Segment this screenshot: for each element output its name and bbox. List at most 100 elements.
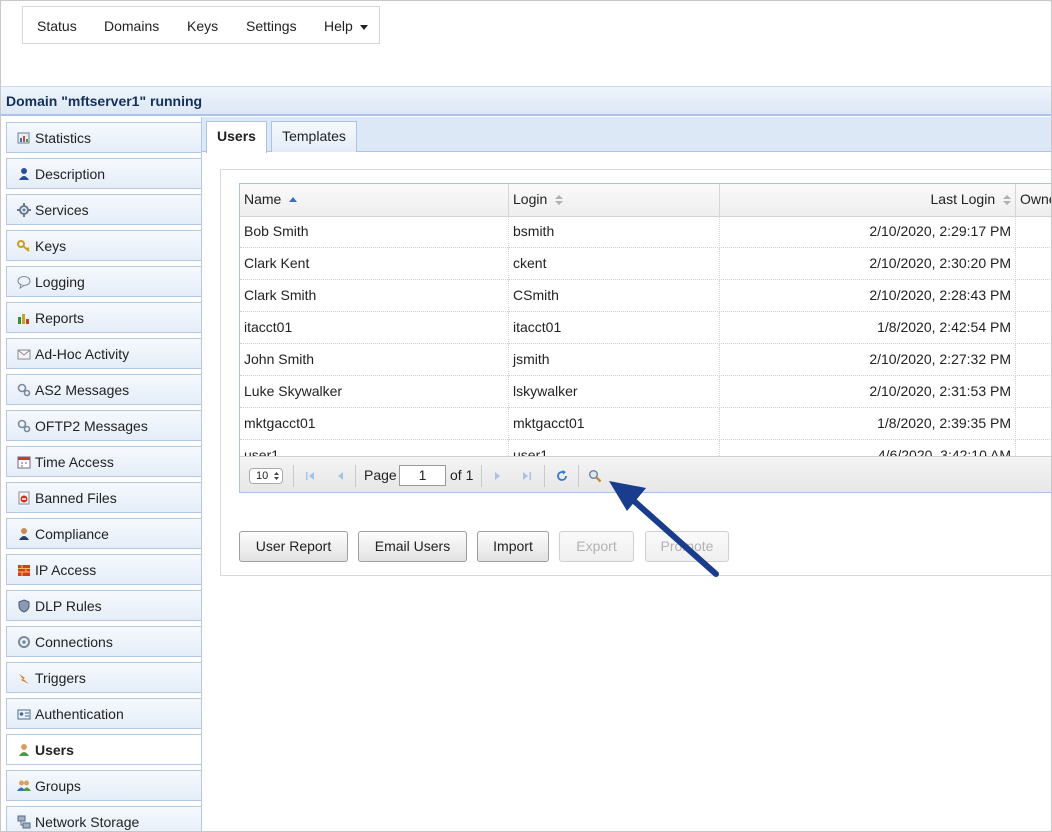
- sidebar-item-reports[interactable]: Reports: [6, 302, 201, 333]
- sidebar-item-keys[interactable]: Keys: [6, 230, 201, 261]
- sidebar-item-label: Users: [35, 742, 74, 758]
- menu-domains[interactable]: Domains: [104, 7, 159, 45]
- column-header-name[interactable]: Name: [240, 184, 509, 216]
- sidebar-item-description[interactable]: Description: [6, 158, 201, 189]
- import-button[interactable]: Import: [477, 531, 549, 562]
- sidebar-item-label: Compliance: [35, 526, 109, 542]
- tab-users[interactable]: Users: [206, 121, 267, 153]
- column-header-login[interactable]: Login: [509, 184, 720, 216]
- person-icon: [19, 168, 29, 180]
- firewall-icon: [18, 565, 30, 576]
- column-header-label: Last Login: [930, 191, 996, 207]
- triggers-icon: [19, 674, 29, 684]
- sort-icon: [1003, 195, 1011, 206]
- tab-templates[interactable]: Templates: [271, 121, 357, 152]
- pager-separator: [481, 465, 482, 487]
- sidebar-item-triggers[interactable]: Triggers: [6, 662, 201, 693]
- pager-separator: [578, 465, 579, 487]
- sidebar-item-services[interactable]: Services: [6, 194, 201, 225]
- search-icon[interactable]: [588, 469, 602, 483]
- sidebar-item-label: Time Access: [35, 454, 114, 470]
- chevron-down-icon: [359, 24, 368, 30]
- tab-strip: Users Templates: [202, 117, 1051, 153]
- sidebar-item-oftp2-messages[interactable]: OFTP2 Messages: [6, 410, 201, 441]
- logging-icon: [17, 276, 31, 289]
- sidebar-item-label: Ad-Hoc Activity: [35, 346, 130, 362]
- user-report-button[interactable]: User Report: [239, 531, 348, 562]
- sidebar-item-compliance[interactable]: Compliance: [6, 518, 201, 549]
- sidebar-item-label: Banned Files: [35, 490, 117, 506]
- refresh-icon[interactable]: [555, 469, 569, 483]
- sidebar-item-time-access[interactable]: Time Access: [6, 446, 201, 477]
- sidebar-item-logging[interactable]: Logging: [6, 266, 201, 297]
- table-row[interactable]: itacct01 itacct01 1/8/2020, 2:42:54 PM: [240, 312, 1051, 344]
- sidebar-item-label: Logging: [35, 274, 85, 290]
- banned-file-icon: [18, 491, 30, 505]
- sidebar-item-groups[interactable]: Groups: [6, 770, 201, 801]
- keys-icon: [17, 240, 30, 252]
- previous-page-icon[interactable]: [333, 469, 347, 483]
- column-header-label: Owne: [1020, 191, 1051, 207]
- cell-name: itacct01: [240, 312, 509, 344]
- app-window: Status Domains Keys Settings Help Domain…: [0, 0, 1052, 832]
- network-storage-icon: [17, 815, 31, 829]
- grid-header: Name Login Last Login Owne: [240, 184, 1051, 217]
- page-size-select[interactable]: 10: [249, 468, 283, 484]
- page-number-input[interactable]: 1: [399, 465, 446, 486]
- table-row[interactable]: user1 user1 4/6/2020, 3:42:10 AM: [240, 440, 1051, 456]
- table-row[interactable]: Clark Smith CSmith 2/10/2020, 2:28:43 PM: [240, 280, 1051, 312]
- groups-icon: [17, 780, 31, 791]
- cell-name: Luke Skywalker: [240, 376, 509, 408]
- cell-login: itacct01: [509, 312, 720, 344]
- sidebar-item-connections[interactable]: Connections: [6, 626, 201, 657]
- compliance-icon: [19, 528, 29, 540]
- menu-help[interactable]: Help: [324, 7, 368, 45]
- cell-last-login: 2/10/2020, 2:27:32 PM: [720, 344, 1016, 376]
- sidebar-item-label: Reports: [35, 310, 85, 326]
- cell-login: lskywalker: [509, 376, 720, 408]
- pager-separator: [544, 465, 545, 487]
- oftp2-icon: [17, 419, 31, 433]
- sidebar-item-users[interactable]: Users: [6, 734, 201, 765]
- pager-separator: [355, 465, 356, 487]
- cell-name: Clark Smith: [240, 280, 509, 312]
- table-row[interactable]: Luke Skywalker lskywalker 2/10/2020, 2:3…: [240, 376, 1051, 408]
- first-page-icon[interactable]: [303, 469, 317, 483]
- column-header-last-login[interactable]: Last Login: [720, 184, 1016, 216]
- sidebar-item-label: Groups: [35, 778, 81, 794]
- cell-name: Bob Smith: [240, 216, 509, 248]
- menu-status[interactable]: Status: [37, 7, 77, 45]
- menu-settings[interactable]: Settings: [246, 7, 297, 45]
- services-icon: [17, 203, 31, 217]
- sidebar-item-ad-hoc-activity[interactable]: Ad-Hoc Activity: [6, 338, 201, 369]
- sidebar-item-ip-access[interactable]: IP Access: [6, 554, 201, 585]
- sidebar-item-statistics[interactable]: Statistics: [6, 122, 201, 153]
- sidebar-item-banned-files[interactable]: Banned Files: [6, 482, 201, 513]
- export-button[interactable]: Export: [559, 531, 634, 562]
- sidebar-item-dlp-rules[interactable]: DLP Rules: [6, 590, 201, 621]
- email-users-button[interactable]: Email Users: [358, 531, 467, 562]
- sidebar-item-as2-messages[interactable]: AS2 Messages: [6, 374, 201, 405]
- table-row[interactable]: mktgacct01 mktgacct01 1/8/2020, 2:39:35 …: [240, 408, 1051, 440]
- cell-login: user1: [509, 440, 720, 456]
- cell-last-login: 2/10/2020, 2:31:53 PM: [720, 376, 1016, 408]
- menu-keys[interactable]: Keys: [187, 7, 218, 45]
- cell-login: jsmith: [509, 344, 720, 376]
- table-row[interactable]: Bob Smith bsmith 2/10/2020, 2:29:17 PM: [240, 216, 1051, 248]
- table-row[interactable]: John Smith jsmith 2/10/2020, 2:27:32 PM: [240, 344, 1051, 376]
- cell-last-login: 2/10/2020, 2:28:43 PM: [720, 280, 1016, 312]
- table-row[interactable]: Clark Kent ckent 2/10/2020, 2:30:20 PM: [240, 248, 1051, 280]
- promote-button[interactable]: Promote: [645, 531, 729, 562]
- column-header-owner[interactable]: Owne: [1016, 184, 1051, 216]
- sidebar-item-label: Network Storage: [35, 814, 140, 830]
- user-icon: [19, 744, 29, 756]
- cell-login: CSmith: [509, 280, 720, 312]
- next-page-icon[interactable]: [491, 469, 505, 483]
- last-page-icon[interactable]: [520, 469, 534, 483]
- sidebar-item-authentication[interactable]: Authentication: [6, 698, 201, 729]
- sidebar-item-label: DLP Rules: [35, 598, 102, 614]
- sidebar-item-network-storage[interactable]: Network Storage: [6, 806, 201, 831]
- shield-icon: [18, 599, 30, 613]
- pager-separator: [293, 465, 294, 487]
- sidebar: Statistics Description Services Keys Log…: [1, 117, 203, 831]
